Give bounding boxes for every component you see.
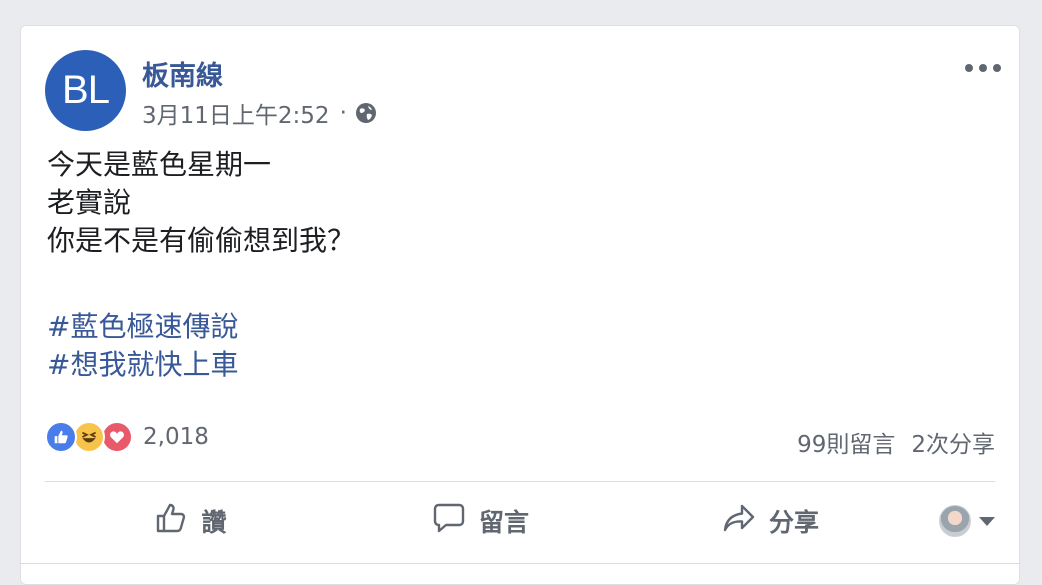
love-icon	[101, 421, 133, 453]
globe-icon[interactable]	[355, 102, 377, 124]
share-count[interactable]: 2次分享	[911, 425, 995, 459]
page-avatar[interactable]: BL	[45, 50, 126, 131]
comment-count[interactable]: 99則留言	[797, 425, 895, 459]
comment-icon	[431, 500, 467, 542]
like-icon	[45, 421, 77, 453]
hashtag-link[interactable]: #想我就快上車	[47, 346, 238, 384]
comment-label: 留言	[478, 508, 529, 537]
audience-selector[interactable]	[915, 505, 995, 537]
hashtags: #藍色極速傳說 #想我就快上車	[47, 308, 238, 384]
more-dot	[979, 64, 987, 72]
reactions-summary[interactable]: 2,018	[45, 421, 209, 453]
meta-separator: ·	[339, 100, 347, 126]
post-line: 今天是藍色星期一	[47, 148, 272, 181]
like-button[interactable]: 讚	[45, 491, 335, 551]
hashtag-link[interactable]: #藍色極速傳說	[47, 308, 238, 346]
more-options-icon[interactable]	[965, 58, 1001, 78]
share-label: 分享	[768, 508, 819, 537]
user-avatar	[939, 505, 971, 537]
action-bar: 讚 留言 分享	[45, 491, 995, 551]
timestamp[interactable]: 3月11日上午2:52	[142, 96, 330, 130]
share-button[interactable]: 分享	[625, 491, 915, 551]
comment-button[interactable]: 留言	[335, 491, 625, 551]
divider	[45, 481, 995, 482]
share-arrow-icon	[721, 500, 757, 542]
post-text: 今天是藍色星期一 老實說 你是不是有偷偷想到我？	[47, 146, 355, 260]
chevron-down-icon	[979, 516, 995, 526]
divider	[21, 563, 1019, 564]
more-dot	[965, 64, 973, 72]
post-line: 老實說	[47, 186, 132, 219]
reaction-count[interactable]: 2,018	[143, 424, 209, 450]
post-line: 你是不是有偷偷想到我？	[47, 224, 356, 257]
post-card: BL 板南線 3月11日上午2:52 · 今天是藍色星期一 老實說 你是不是有偷…	[20, 25, 1020, 585]
author-name[interactable]: 板南線	[142, 54, 223, 93]
like-label: 讚	[201, 508, 227, 537]
more-dot	[993, 64, 1001, 72]
engagement-stats: 99則留言 2次分享	[797, 425, 995, 459]
haha-icon	[73, 421, 105, 453]
post-meta: 3月11日上午2:52 ·	[142, 96, 377, 130]
thumbs-up-icon	[153, 500, 189, 542]
